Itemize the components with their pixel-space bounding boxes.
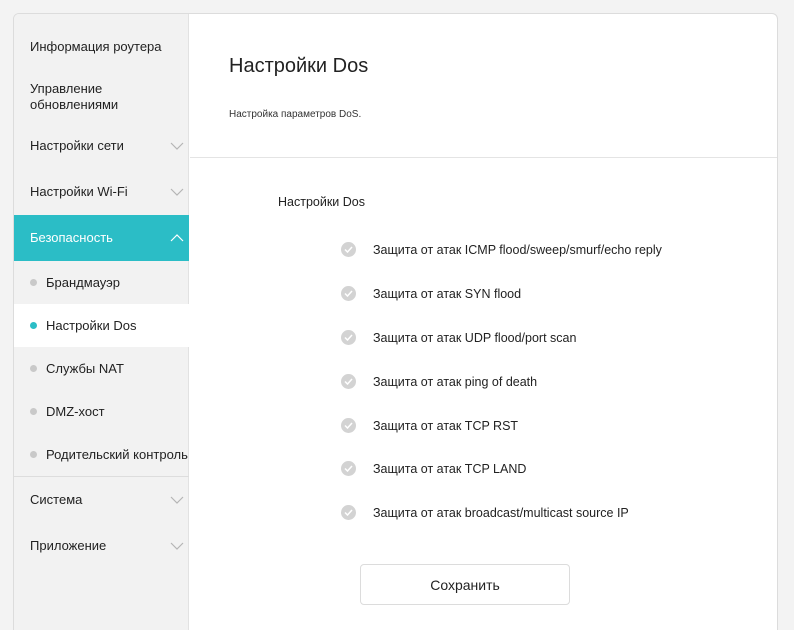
option-label: Защита от атак broadcast/multicast sourc… — [373, 505, 629, 520]
dos-option-broadcast-multicast[interactable]: Защита от атак broadcast/multicast sourc… — [341, 505, 629, 520]
chevron-up-icon — [170, 231, 184, 245]
dos-option-icmp[interactable]: Защита от атак ICMP flood/sweep/smurf/ec… — [341, 242, 662, 257]
section-title: Настройки Dos — [278, 195, 365, 209]
check-circle-icon[interactable] — [341, 374, 356, 389]
router-settings-panel: Информация роутера Управление обновления… — [13, 13, 778, 630]
sidebar-item-label: Приложение — [30, 538, 107, 553]
sidebar-subitem-label: Службы NAT — [46, 361, 124, 376]
sidebar-item-label: Управление обновлениями — [30, 80, 119, 112]
dos-option-udp[interactable]: Защита от атак UDP flood/port scan — [341, 330, 576, 345]
option-label: Защита от атак TCP LAND — [373, 461, 527, 476]
sidebar-item-security[interactable]: Безопасность — [14, 215, 189, 261]
sidebar-subitem-parental-control[interactable]: Родительский контроль — [14, 433, 189, 476]
dos-option-syn[interactable]: Защита от атак SYN flood — [341, 286, 521, 301]
option-label: Защита от атак ping of death — [373, 374, 538, 389]
sidebar-item-label: Система — [30, 492, 83, 507]
bullet-dot-icon — [30, 408, 37, 415]
header-divider — [190, 157, 777, 158]
sidebar-item-router-info[interactable]: Информация роутера — [14, 23, 189, 70]
bullet-dot-icon — [30, 279, 37, 286]
sidebar-item-label: Настройки Wi-Fi — [30, 184, 128, 199]
chevron-down-icon — [170, 139, 184, 153]
chevron-down-icon — [170, 185, 184, 199]
bullet-dot-icon — [30, 451, 37, 458]
sidebar-subitem-label: DMZ-хост — [46, 404, 105, 419]
dos-option-ping-of-death[interactable]: Защита от атак ping of death — [341, 374, 537, 389]
sidebar-item-system[interactable]: Система — [14, 477, 189, 523]
check-circle-icon[interactable] — [341, 242, 356, 257]
sidebar-item-wifi-settings[interactable]: Настройки Wi-Fi — [14, 169, 189, 215]
option-label: Защита от атак ICMP flood/sweep/smurf/ec… — [373, 242, 662, 257]
sidebar-subitem-nat-services[interactable]: Службы NAT — [14, 347, 189, 390]
save-button[interactable]: Сохранить — [360, 564, 570, 605]
check-circle-icon[interactable] — [341, 418, 356, 433]
dos-option-tcp-rst[interactable]: Защита от атак TCP RST — [341, 418, 518, 433]
check-circle-icon[interactable] — [341, 505, 356, 520]
page-description: Настройка параметров DoS. — [229, 109, 362, 120]
option-label: Защита от атак UDP flood/port scan — [373, 330, 577, 345]
bullet-dot-icon — [30, 365, 37, 372]
sidebar-item-application[interactable]: Приложение — [14, 523, 189, 569]
bullet-dot-icon — [30, 322, 37, 329]
sidebar-subitem-dmz-host[interactable]: DMZ-хост — [14, 390, 189, 433]
dos-option-tcp-land[interactable]: Защита от атак TCP LAND — [341, 461, 526, 476]
chevron-down-icon — [170, 539, 184, 553]
option-label: Защита от атак TCP RST — [373, 418, 519, 433]
main-content: Настройки Dos Настройка параметров DoS. … — [190, 14, 777, 630]
check-circle-icon[interactable] — [341, 330, 356, 345]
sidebar: Информация роутера Управление обновления… — [14, 14, 189, 630]
sidebar-subitem-dos-settings[interactable]: Настройки Dos — [14, 304, 189, 347]
option-label: Защита от атак SYN flood — [373, 286, 522, 301]
sidebar-item-update-management[interactable]: Управление обновлениями — [14, 70, 189, 123]
sidebar-subitem-label: Настройки Dos — [46, 318, 137, 333]
sidebar-item-label: Информация роутера — [30, 38, 162, 54]
check-circle-icon[interactable] — [341, 286, 356, 301]
sidebar-subitem-firewall[interactable]: Брандмауэр — [14, 261, 189, 304]
chevron-down-icon — [170, 493, 184, 507]
page-title: Настройки Dos — [229, 55, 369, 77]
sidebar-subitem-label: Родительский контроль — [46, 447, 188, 462]
sidebar-subitem-label: Брандмауэр — [46, 275, 120, 290]
sidebar-item-label: Безопасность — [30, 230, 113, 245]
sidebar-item-label: Настройки сети — [30, 138, 124, 153]
sidebar-item-network-settings[interactable]: Настройки сети — [14, 123, 189, 169]
check-circle-icon[interactable] — [341, 461, 356, 476]
